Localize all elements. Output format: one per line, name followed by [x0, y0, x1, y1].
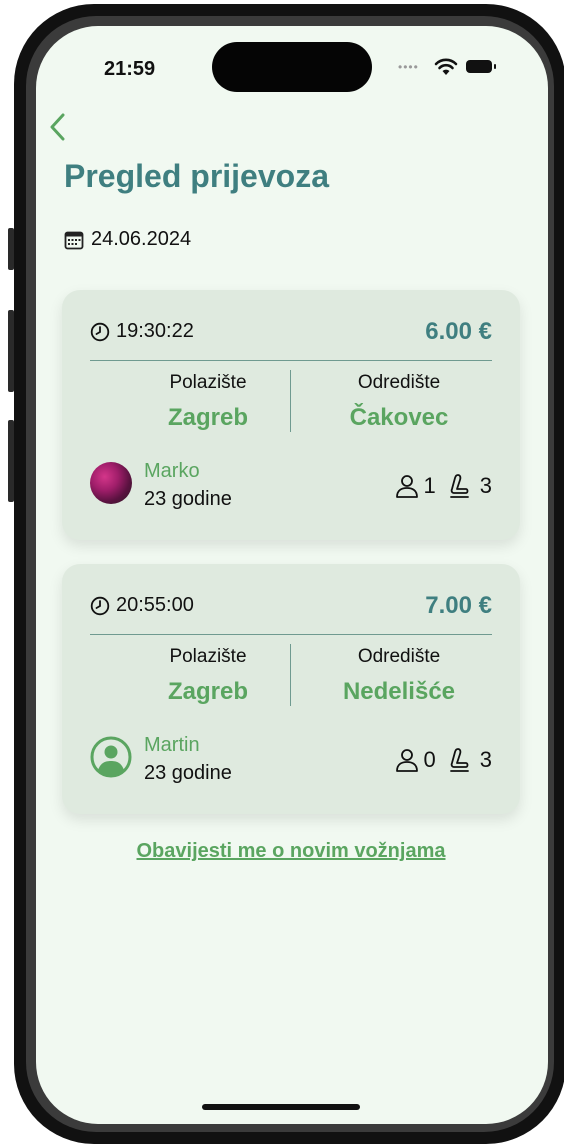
status-time: 21:59 — [104, 58, 156, 80]
wifi-icon — [434, 58, 458, 81]
destination-city: Čakovec — [349, 404, 449, 431]
battery-icon — [466, 60, 496, 73]
destination-city: Nedelišće — [342, 678, 456, 705]
date-row: 24.06.2024 — [64, 228, 191, 251]
destination-label: Odredište — [357, 646, 441, 667]
destination-column: Odredište Nedelišće — [299, 646, 499, 706]
destination-column: Odredište Čakovec — [299, 372, 499, 432]
departure-time-row: 20:55:00 — [90, 594, 194, 617]
origin-column: Polazište Zagreb — [108, 646, 308, 706]
driver-name[interactable]: Marko — [144, 460, 200, 483]
notify-new-rides-link[interactable]: Obavijesti me o novim vožnjama — [0, 840, 564, 863]
departure-time: 19:30:22 — [116, 320, 194, 342]
person-icon — [395, 749, 418, 772]
back-chevron-icon — [50, 113, 65, 141]
clock-icon — [90, 322, 110, 341]
driver-avatar-photo — [90, 462, 132, 504]
driver-age: 23 godine — [144, 762, 232, 784]
ride-price: 6.00 € — [425, 318, 492, 345]
divider — [90, 360, 492, 361]
default-user-icon — [90, 736, 132, 778]
departure-time-row: 19:30:22 — [90, 320, 194, 343]
driver-age: 23 godine — [144, 488, 232, 510]
dynamic-island — [212, 42, 372, 92]
clock-icon — [90, 596, 110, 615]
seat-icon — [449, 748, 469, 772]
ride-card[interactable]: 20:55:00 7.00 € Polazište Zagreb Odrediš… — [62, 564, 520, 814]
passenger-count: 1 — [423, 473, 436, 498]
ride-stats: 1 3 — [394, 472, 492, 500]
back-button[interactable] — [46, 112, 70, 142]
passenger-count: 0 — [423, 747, 436, 772]
origin-city: Zagreb — [167, 678, 248, 705]
calendar-icon — [64, 231, 84, 249]
destination-label: Odredište — [357, 372, 441, 393]
ride-stats: 0 3 — [394, 746, 492, 774]
ride-date: 24.06.2024 — [91, 228, 192, 250]
origin-column: Polazište Zagreb — [108, 372, 308, 432]
departure-time: 20:55:00 — [116, 594, 194, 616]
origin-label: Polazište — [169, 372, 247, 393]
free-seats-count: 3 — [479, 747, 492, 772]
origin-city: Zagreb — [167, 404, 248, 431]
driver-name[interactable]: Martin — [144, 734, 200, 757]
free-seats-count: 3 — [479, 473, 492, 498]
seat-icon — [449, 474, 469, 498]
home-indicator[interactable] — [202, 1104, 360, 1110]
signal-dots-icon: •••• — [398, 60, 419, 74]
page-title: Pregled prijevoza — [64, 158, 329, 194]
origin-label: Polazište — [169, 646, 247, 667]
ride-price: 7.00 € — [425, 592, 492, 619]
ride-card[interactable]: 19:30:22 6.00 € Polazište Zagreb Odrediš… — [62, 290, 520, 540]
divider — [90, 634, 492, 635]
person-icon — [395, 475, 418, 498]
